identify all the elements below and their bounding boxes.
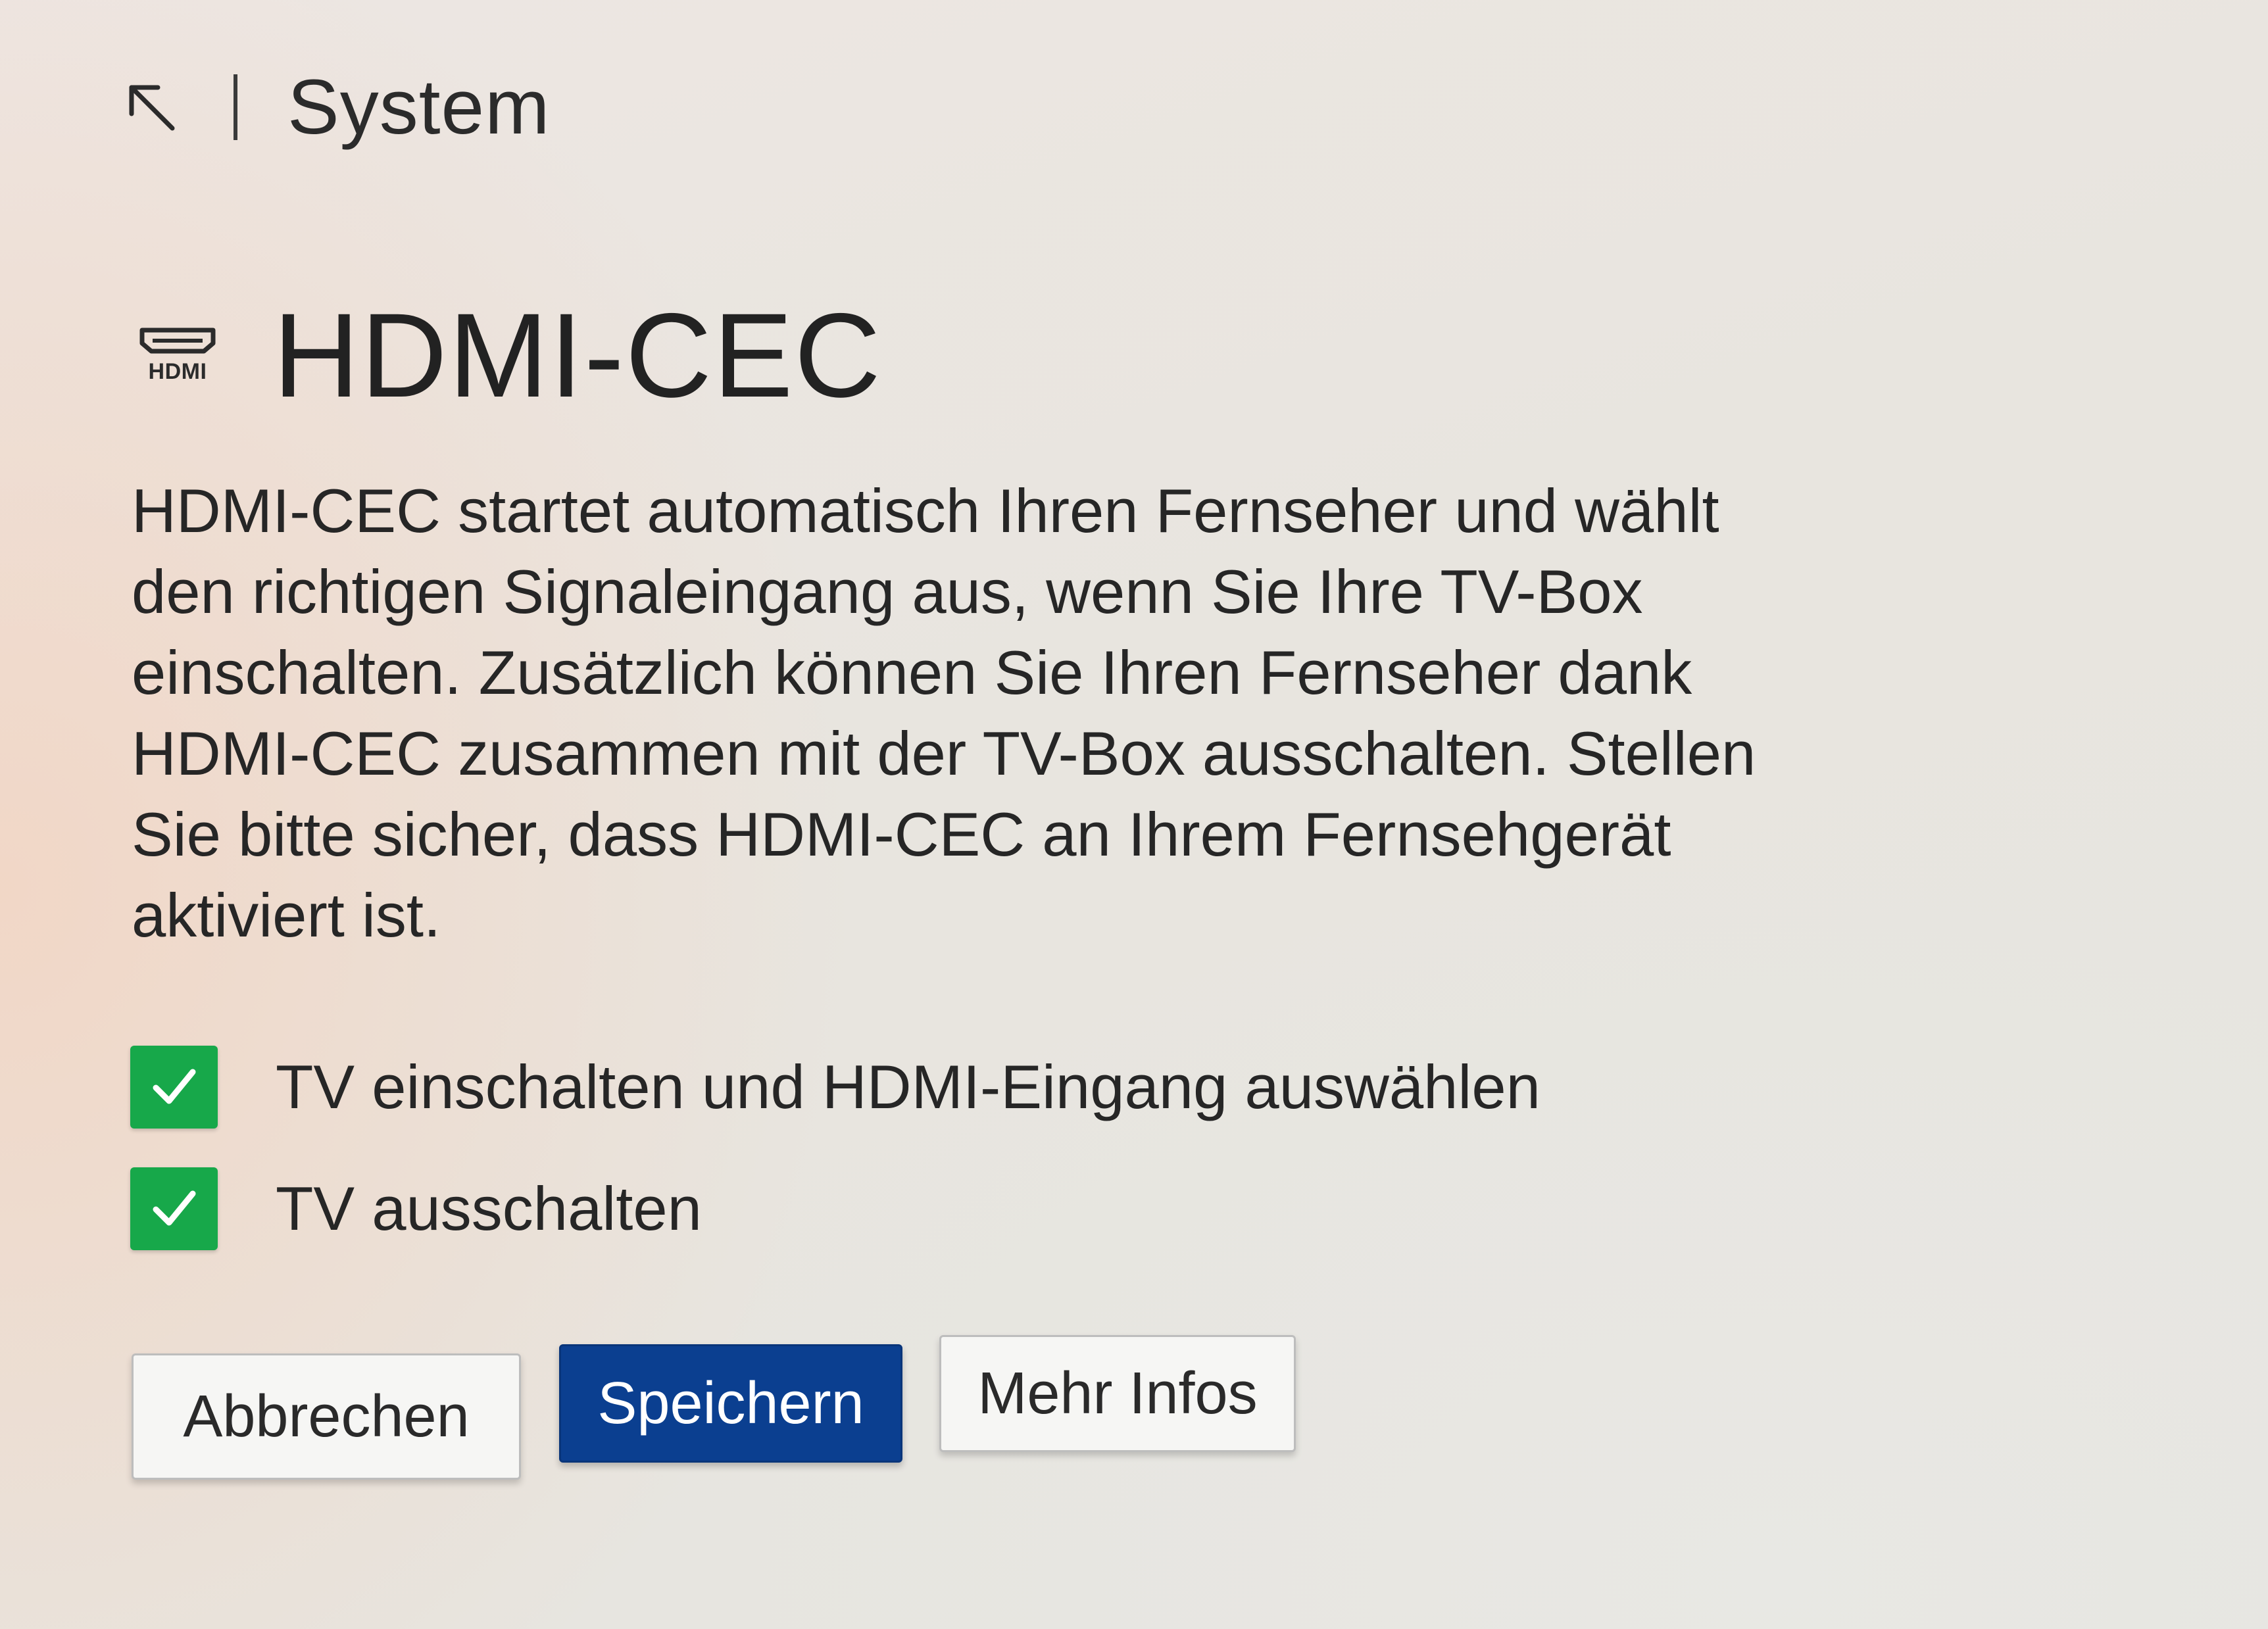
- breadcrumb-title: System: [287, 64, 551, 151]
- option-label: TV ausschalten: [276, 1173, 702, 1243]
- hdmi-icon: HDMI: [135, 319, 220, 391]
- cancel-button[interactable]: Abbrechen: [132, 1353, 521, 1480]
- option-tv-off[interactable]: TV ausschalten: [130, 1164, 1541, 1253]
- checkmark-icon: [153, 1069, 195, 1104]
- page-title: HDMI-CEC: [273, 288, 882, 422]
- header-divider: [234, 74, 237, 140]
- button-row: Abbrechen Speichern Mehr Infos: [132, 1335, 1296, 1480]
- arrow-up-left-icon: [129, 85, 175, 131]
- options-list: TV einschalten und HDMI-Eingang auswähle…: [130, 1042, 1541, 1286]
- back-button[interactable]: [122, 78, 181, 137]
- header: System: [122, 58, 550, 157]
- checkbox-tv-on[interactable]: [130, 1045, 218, 1129]
- save-button[interactable]: Speichern: [559, 1344, 902, 1463]
- option-label: TV einschalten und HDMI-Eingang auswähle…: [276, 1052, 1541, 1121]
- description-text: HDMI-CEC startet automatisch Ihren Ferns…: [132, 476, 1756, 950]
- hdmi-port-shape: [139, 328, 216, 353]
- hdmi-icon-label: HDMI: [148, 358, 207, 384]
- checkbox-tv-off[interactable]: [130, 1167, 218, 1250]
- checkmark-icon: [153, 1190, 195, 1225]
- more-info-button[interactable]: Mehr Infos: [939, 1335, 1296, 1452]
- option-tv-on-select-input[interactable]: TV einschalten und HDMI-Eingang auswähle…: [130, 1042, 1541, 1131]
- title-row: HDMI HDMI-CEC: [135, 289, 882, 421]
